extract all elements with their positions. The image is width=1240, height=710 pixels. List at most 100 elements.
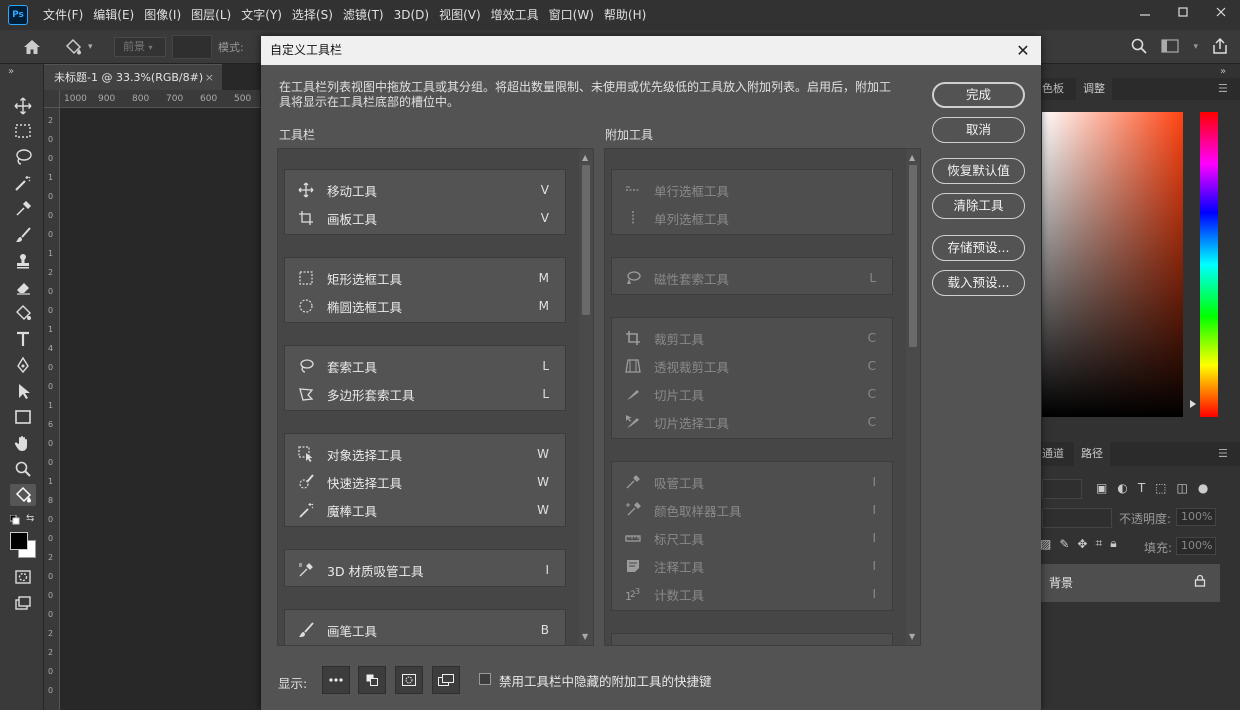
extra-tools-list[interactable]: ▲ ▼ 单行选框工具 单列选框工具 磁性套索工具 L 裁剪工具 C 透视裁剪工具 C 切片工具 C 切… bbox=[604, 148, 921, 646]
tool-group[interactable]: 裁剪工具 C 透视裁剪工具 C 切片工具 C 切片选择工具 C bbox=[611, 317, 893, 439]
done-button[interactable]: 完成 bbox=[932, 82, 1025, 108]
tool-row[interactable]: 切片工具 C bbox=[612, 382, 892, 406]
adjustment-filter-icon[interactable]: ◐ bbox=[1117, 481, 1127, 495]
paint-bucket-tool-icon[interactable] bbox=[10, 302, 36, 324]
minimize-button[interactable] bbox=[1126, 0, 1164, 24]
menu-item-6[interactable]: 滤镜(T) bbox=[338, 0, 389, 30]
save-preset-button[interactable]: 存储预设... bbox=[932, 235, 1025, 261]
lasso-tool-icon[interactable] bbox=[10, 146, 36, 168]
tool-row[interactable]: 快速选择工具 W bbox=[285, 470, 565, 494]
scrollbar-thumb[interactable] bbox=[582, 165, 590, 315]
smart-object-filter-icon[interactable]: ◫ bbox=[1177, 481, 1188, 495]
hue-slider[interactable] bbox=[1200, 112, 1218, 417]
scroll-down-icon[interactable]: ▼ bbox=[909, 632, 915, 641]
menu-item-9[interactable]: 增效工具 bbox=[486, 0, 544, 30]
quick-mask-icon[interactable] bbox=[395, 666, 423, 694]
paint-bucket-active-icon[interactable] bbox=[10, 484, 36, 506]
menu-item-0[interactable]: 文件(F) bbox=[38, 0, 88, 30]
default-colors-icon[interactable] bbox=[9, 514, 20, 525]
opacity-input[interactable]: 100% bbox=[1176, 508, 1216, 526]
close-tab-icon[interactable]: × bbox=[205, 65, 214, 91]
tool-group[interactable] bbox=[611, 633, 893, 645]
marquee-tool-icon[interactable] bbox=[10, 120, 36, 142]
pattern-picker[interactable] bbox=[172, 35, 212, 59]
load-preset-button[interactable]: 载入预设... bbox=[932, 270, 1025, 296]
collapse-icon[interactable]: » bbox=[8, 66, 14, 77]
fill-source-select[interactable]: 前景 ▾ bbox=[114, 37, 166, 57]
magic-wand-tool-icon[interactable] bbox=[10, 172, 36, 194]
blend-mode-select[interactable] bbox=[1042, 508, 1112, 528]
close-window-button[interactable] bbox=[1202, 0, 1240, 24]
restore-defaults-button[interactable]: 恢复默认值 bbox=[932, 158, 1025, 184]
tool-row[interactable]: 单列选框工具 bbox=[612, 206, 892, 230]
tab-channels[interactable]: 通道 bbox=[1040, 442, 1072, 466]
scrollbar[interactable]: ▲ ▼ bbox=[906, 149, 920, 645]
menu-item-4[interactable]: 文字(Y) bbox=[236, 0, 287, 30]
layer-row-background[interactable]: 背景 bbox=[1040, 564, 1220, 602]
scroll-down-icon[interactable]: ▼ bbox=[582, 632, 588, 641]
fill-input[interactable]: 100% bbox=[1176, 537, 1216, 555]
tool-group[interactable]: 矩形选框工具 M 椭圆选框工具 M bbox=[284, 257, 566, 323]
tool-row[interactable]: 标尺工具 I bbox=[612, 526, 892, 550]
tool-group[interactable]: 3D 材质吸管工具 I bbox=[284, 549, 566, 587]
close-icon[interactable]: ✕ bbox=[1013, 36, 1033, 65]
menu-item-2[interactable]: 图像(I) bbox=[139, 0, 186, 30]
lock-all-icon[interactable]: 🔒︎ bbox=[1110, 536, 1116, 551]
tool-row[interactable]: 透视裁剪工具 C bbox=[612, 354, 892, 378]
tool-row[interactable]: 裁剪工具 C bbox=[612, 326, 892, 350]
scrollbar-thumb[interactable] bbox=[909, 165, 917, 347]
tool-row[interactable] bbox=[612, 642, 892, 645]
swap-colors-icon[interactable]: ⇆ bbox=[26, 513, 34, 524]
hand-tool-icon[interactable] bbox=[10, 432, 36, 454]
move-tool-icon[interactable] bbox=[10, 95, 36, 117]
quick-mask-icon[interactable] bbox=[10, 566, 36, 588]
stamp-tool-icon[interactable] bbox=[10, 250, 36, 272]
scroll-up-icon[interactable]: ▲ bbox=[909, 153, 915, 162]
foreground-color-swatch[interactable] bbox=[10, 532, 28, 550]
scroll-up-icon[interactable]: ▲ bbox=[582, 153, 588, 162]
tool-row[interactable]: 画板工具 V bbox=[285, 206, 565, 230]
layer-kind-select[interactable] bbox=[1042, 479, 1082, 499]
cancel-button[interactable]: 取消 bbox=[932, 117, 1025, 143]
zoom-tool-icon[interactable] bbox=[10, 458, 36, 480]
tool-row[interactable]: 套索工具 L bbox=[285, 354, 565, 378]
hue-slider-handle[interactable] bbox=[1190, 400, 1196, 408]
disable-shortcuts-checkbox[interactable] bbox=[479, 673, 491, 685]
tool-row[interactable]: 移动工具 V bbox=[285, 178, 565, 202]
tool-row[interactable]: 1 2 3 计数工具 I bbox=[612, 582, 892, 606]
tool-row[interactable]: 3D 材质吸管工具 I bbox=[285, 558, 565, 582]
menu-item-5[interactable]: 选择(S) bbox=[287, 0, 338, 30]
color-swatches-icon[interactable] bbox=[358, 666, 386, 694]
tool-group[interactable]: 对象选择工具 W 快速选择工具 W 魔棒工具 W bbox=[284, 433, 566, 527]
tool-row[interactable]: 魔棒工具 W bbox=[285, 498, 565, 522]
tool-row[interactable]: 椭圆选框工具 M bbox=[285, 294, 565, 318]
chevron-down-icon[interactable]: ▾ bbox=[1193, 42, 1198, 52]
type-filter-icon[interactable]: T bbox=[1138, 481, 1145, 495]
workspace-icon[interactable] bbox=[1161, 38, 1180, 56]
tab-paths[interactable]: 路径 bbox=[1074, 442, 1110, 466]
tool-row[interactable]: 吸管工具 I bbox=[612, 470, 892, 494]
home-icon[interactable] bbox=[16, 36, 48, 58]
tool-row[interactable]: 多边形套索工具 L bbox=[285, 382, 565, 406]
paint-bucket-icon[interactable]: ▾ bbox=[64, 36, 102, 58]
tab-adjustments[interactable]: 调整 bbox=[1076, 78, 1112, 100]
image-filter-icon[interactable]: ▣ bbox=[1096, 481, 1107, 495]
collapse-panels-icon[interactable]: » bbox=[1220, 66, 1226, 77]
tool-row[interactable]: 切片选择工具 C bbox=[612, 410, 892, 434]
document-tab[interactable]: 未标题-1 @ 33.3%(RGB/8#) × bbox=[44, 64, 222, 90]
rectangle-tool-icon[interactable] bbox=[10, 406, 36, 428]
clear-tools-button[interactable]: 清除工具 bbox=[932, 193, 1025, 219]
panel-menu-icon[interactable]: ☰ bbox=[1218, 82, 1228, 95]
tool-group[interactable]: 套索工具 L 多边形套索工具 L bbox=[284, 345, 566, 411]
color-field[interactable] bbox=[1042, 112, 1183, 417]
lock-pixels-icon[interactable]: ▨ bbox=[1040, 537, 1051, 551]
pen-tool-icon[interactable] bbox=[10, 354, 36, 376]
brush-tool-icon[interactable] bbox=[10, 224, 36, 246]
shape-filter-icon[interactable]: ⬚ bbox=[1155, 481, 1166, 495]
menu-item-8[interactable]: 视图(V) bbox=[434, 0, 486, 30]
toolbar-list[interactable]: ▲ ▼ 移动工具 V 画板工具 V 矩形选框工具 M 椭圆选框工具 M 套索工具 L 多边形套索工具 L… bbox=[277, 148, 594, 646]
panel-menu-icon[interactable]: ☰ bbox=[1218, 447, 1228, 460]
tool-row[interactable]: 颜色取样器工具 I bbox=[612, 498, 892, 522]
canvas-area[interactable] bbox=[60, 108, 260, 710]
tool-row[interactable]: 磁性套索工具 L bbox=[612, 266, 892, 290]
